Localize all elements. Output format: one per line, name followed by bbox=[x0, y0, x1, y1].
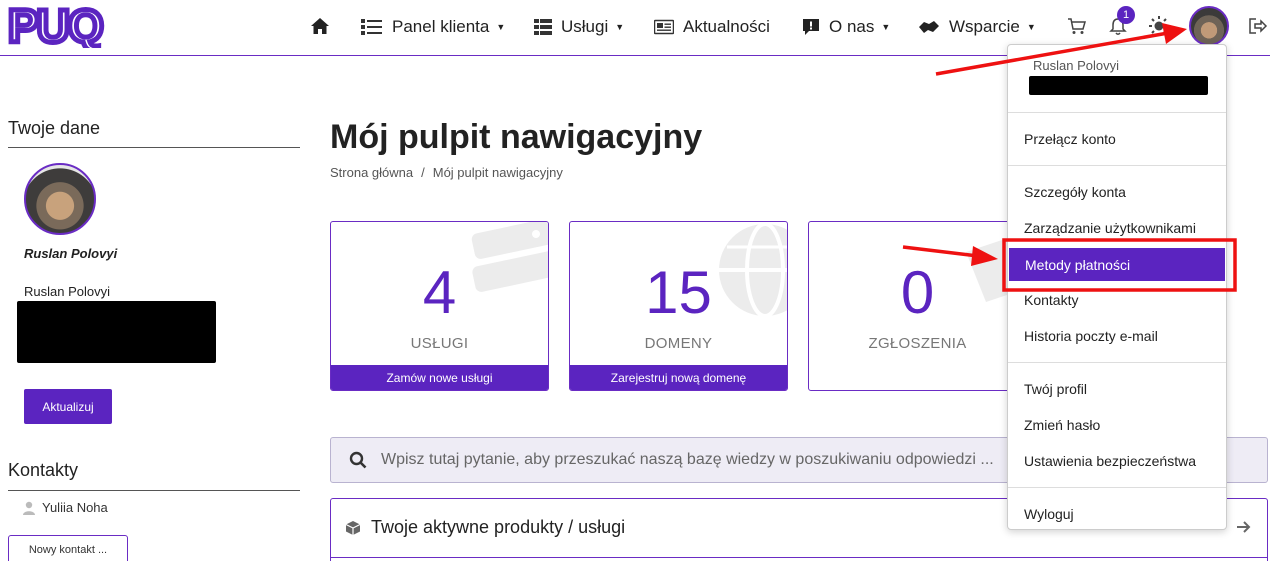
news-icon bbox=[654, 19, 674, 35]
logo-text: PUQ bbox=[8, 4, 102, 48]
stat-label: USŁUGI bbox=[410, 335, 469, 352]
nav-label: Aktualności bbox=[683, 17, 770, 36]
user-icon bbox=[23, 501, 35, 515]
caret-down-icon: ▼ bbox=[881, 22, 891, 32]
caret-down-icon: ▼ bbox=[1026, 22, 1036, 32]
divider bbox=[331, 557, 1267, 558]
stat-label: ZGŁOSZENIA bbox=[868, 335, 967, 352]
breadcrumb-home[interactable]: Strona główna bbox=[330, 165, 413, 180]
divider bbox=[1008, 487, 1226, 488]
new-contact-button[interactable]: Nowy kontakt ... bbox=[8, 535, 128, 561]
menu-email-history[interactable]: Historia poczty e-mail bbox=[1008, 321, 1226, 351]
nav-label: O nas bbox=[829, 17, 875, 36]
redacted-block bbox=[17, 301, 216, 363]
stat-card-domains[interactable]: 15 DOMENY Zarejestruj nową domenę bbox=[569, 221, 788, 391]
redacted-email bbox=[1029, 76, 1208, 95]
stat-value: 0 bbox=[900, 259, 935, 326]
contacts-heading: Kontakty bbox=[8, 460, 79, 480]
menu-switch-account[interactable]: Przełącz konto bbox=[1008, 124, 1226, 154]
services-list-icon bbox=[534, 19, 552, 35]
stat-label: DOMENY bbox=[644, 335, 713, 352]
divider bbox=[8, 147, 300, 148]
nav-o-nas[interactable]: O nas ▼ bbox=[802, 14, 890, 40]
user-avatar[interactable] bbox=[1189, 6, 1229, 46]
panel-header: Twoje aktywne produkty / usługi bbox=[345, 517, 625, 538]
stat-value: 15 bbox=[645, 259, 712, 326]
menu-your-profile[interactable]: Twój profil bbox=[1008, 374, 1226, 404]
client-panel-icon bbox=[361, 18, 383, 36]
search-icon bbox=[349, 451, 367, 469]
nav-wsparcie[interactable]: Wsparcie ▼ bbox=[918, 14, 1036, 40]
stat-value: 4 bbox=[422, 259, 457, 326]
divider bbox=[8, 490, 300, 491]
menu-user-management[interactable]: Zarządzanie użytkownikami bbox=[1008, 213, 1226, 243]
nav-label: Panel klienta bbox=[392, 17, 490, 36]
nav-uslugi[interactable]: Usługi ▼ bbox=[534, 14, 624, 40]
nav-label: Usługi bbox=[561, 17, 609, 36]
page-title: Mój pulpit nawigacyjny bbox=[330, 118, 703, 156]
user-dropdown-menu: Ruslan Polovyi Przełącz konto Szczegóły … bbox=[1007, 44, 1227, 530]
your-data-heading: Twoje dane bbox=[8, 118, 101, 138]
logout-icon[interactable] bbox=[1246, 14, 1270, 38]
order-new-services-link[interactable]: Zamów nowe usługi bbox=[331, 365, 548, 390]
sun-icon[interactable] bbox=[1147, 14, 1171, 38]
nav-panel-klienta[interactable]: Panel klienta ▼ bbox=[361, 14, 505, 40]
cube-icon bbox=[345, 520, 361, 536]
divider bbox=[1008, 112, 1226, 113]
register-domain-link[interactable]: Zarejestruj nową domenę bbox=[570, 365, 787, 390]
breadcrumb-current: Mój pulpit nawigacyjny bbox=[432, 165, 563, 180]
menu-security-settings[interactable]: Ustawienia bezpieczeństwa bbox=[1008, 446, 1226, 476]
stat-card-tickets[interactable]: 0 ZGŁOSZENIA bbox=[808, 221, 1027, 391]
caret-down-icon: ▼ bbox=[496, 22, 506, 32]
menu-contacts[interactable]: Kontakty bbox=[1008, 285, 1226, 315]
panel-title: Twoje aktywne produkty / usługi bbox=[371, 517, 626, 537]
caret-down-icon: ▼ bbox=[615, 22, 625, 32]
dropdown-user-name: Ruslan Polovyi bbox=[1033, 58, 1119, 73]
divider bbox=[1008, 362, 1226, 363]
puq-logo[interactable]: PUQ bbox=[6, 0, 128, 55]
notification-count-badge: 1 bbox=[1117, 6, 1135, 24]
menu-payment-methods[interactable]: Metody płatności bbox=[1009, 248, 1225, 281]
profile-name: Ruslan Polovyi bbox=[24, 284, 110, 299]
nav-label: Wsparcie bbox=[949, 17, 1020, 36]
menu-account-details[interactable]: Szczegóły konta bbox=[1008, 177, 1226, 207]
update-button[interactable]: Aktualizuj bbox=[24, 389, 112, 424]
divider bbox=[1008, 165, 1226, 166]
menu-change-password[interactable]: Zmień hasło bbox=[1008, 410, 1226, 440]
breadcrumb-separator: / bbox=[421, 165, 425, 180]
about-icon bbox=[802, 18, 820, 36]
support-icon bbox=[918, 19, 940, 35]
stat-card-services[interactable]: 4 USŁUGI Zamów nowe usługi bbox=[330, 221, 549, 391]
cart-icon[interactable] bbox=[1065, 14, 1089, 38]
arrow-right-icon[interactable] bbox=[1236, 519, 1252, 535]
menu-logout[interactable]: Wyloguj bbox=[1008, 499, 1226, 529]
contact-name: Yuliia Noha bbox=[42, 500, 108, 515]
nav-aktualnosci[interactable]: Aktualności bbox=[654, 14, 770, 40]
profile-avatar bbox=[24, 163, 96, 235]
contact-item[interactable]: Yuliia Noha bbox=[23, 500, 108, 515]
profile-full-name: Ruslan Polovyi bbox=[24, 246, 118, 261]
home-icon[interactable] bbox=[308, 14, 332, 38]
breadcrumb: Strona główna / Mój pulpit nawigacyjny bbox=[330, 165, 563, 180]
